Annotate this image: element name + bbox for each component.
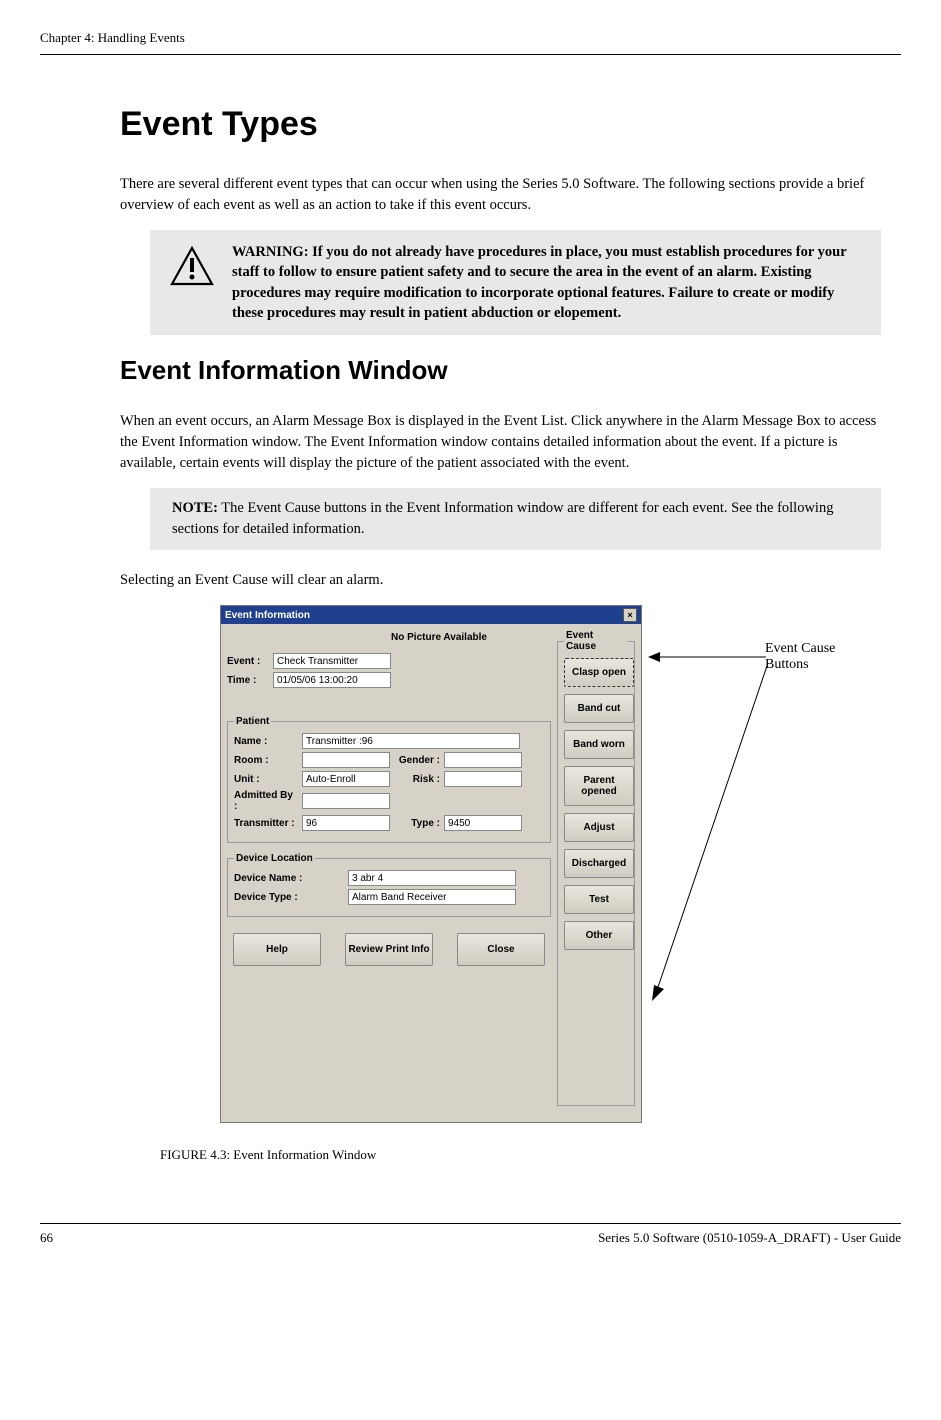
intro-paragraph: There are several different event types … bbox=[120, 174, 881, 216]
footer-doc-title: Series 5.0 Software (0510-1059-A_DRAFT) … bbox=[598, 1230, 901, 1246]
figure-caption: FIGURE 4.3: Event Information Window bbox=[160, 1147, 881, 1163]
device-legend: Device Location bbox=[234, 853, 315, 864]
annotation-line2: Buttons bbox=[765, 657, 809, 672]
no-picture-label: No Picture Available bbox=[327, 632, 551, 643]
device-name-label: Device Name : bbox=[234, 873, 344, 884]
dialog-title: Event Information bbox=[225, 610, 310, 621]
event-cause-legend: Event Cause bbox=[564, 630, 628, 652]
event-cause-fieldset: Event Cause Clasp open Band cut Band wor… bbox=[557, 630, 635, 1106]
room-label: Room : bbox=[234, 755, 298, 766]
transmitter-field: 96 bbox=[302, 815, 390, 831]
close-button[interactable]: Close bbox=[457, 933, 545, 966]
device-type-field: Alarm Band Receiver bbox=[348, 889, 516, 905]
chapter-header: Chapter 4: Handling Events bbox=[40, 30, 901, 46]
note-label: NOTE: bbox=[172, 500, 218, 516]
note-text: The Event Cause buttons in the Event Inf… bbox=[172, 500, 833, 537]
annotation-label: Event Cause Buttons bbox=[765, 641, 835, 673]
room-field bbox=[302, 752, 390, 768]
risk-label: Risk : bbox=[394, 774, 440, 785]
page-number: 66 bbox=[40, 1230, 53, 1246]
annotation-line1: Event Cause bbox=[765, 641, 835, 656]
event-label: Event : bbox=[227, 656, 269, 667]
patient-legend: Patient bbox=[234, 716, 271, 727]
warning-box: WARNING: If you do not already have proc… bbox=[150, 230, 881, 335]
cause-parent-opened-button[interactable]: Parent opened bbox=[564, 766, 634, 806]
note-box: NOTE: The Event Cause buttons in the Eve… bbox=[150, 488, 881, 550]
header-rule bbox=[40, 54, 901, 55]
patient-fieldset: Patient Name : Transmitter :96 Room : Ge… bbox=[227, 716, 551, 843]
help-button[interactable]: Help bbox=[233, 933, 321, 966]
type-label: Type : bbox=[394, 818, 440, 829]
gender-field bbox=[444, 752, 522, 768]
type-field: 9450 bbox=[444, 815, 522, 831]
unit-field: Auto-Enroll bbox=[302, 771, 390, 787]
name-field: Transmitter :96 bbox=[302, 733, 520, 749]
close-icon[interactable]: × bbox=[623, 608, 637, 622]
cause-test-button[interactable]: Test bbox=[564, 885, 634, 914]
time-field: 01/05/06 13:00:20 bbox=[273, 672, 391, 688]
device-location-fieldset: Device Location Device Name : 3 abr 4 De… bbox=[227, 853, 551, 917]
cause-band-worn-button[interactable]: Band worn bbox=[564, 730, 634, 759]
warning-icon bbox=[170, 246, 214, 286]
device-type-label: Device Type : bbox=[234, 892, 344, 903]
paragraph-2: When an event occurs, an Alarm Message B… bbox=[120, 411, 881, 474]
cause-other-button[interactable]: Other bbox=[564, 921, 634, 950]
annotation-arrow-bottom bbox=[648, 663, 778, 1003]
cause-discharged-button[interactable]: Discharged bbox=[564, 849, 634, 878]
gender-label: Gender : bbox=[394, 755, 440, 766]
warning-text: WARNING: If you do not already have proc… bbox=[232, 242, 861, 323]
cause-band-cut-button[interactable]: Band cut bbox=[564, 694, 634, 723]
cause-adjust-button[interactable]: Adjust bbox=[564, 813, 634, 842]
heading-event-types: Event Types bbox=[120, 105, 881, 144]
name-label: Name : bbox=[234, 736, 298, 747]
review-print-info-button[interactable]: Review Print Info bbox=[345, 933, 433, 966]
device-name-field: 3 abr 4 bbox=[348, 870, 516, 886]
dialog-titlebar: Event Information × bbox=[221, 606, 641, 624]
footer-rule bbox=[40, 1223, 901, 1224]
unit-label: Unit : bbox=[234, 774, 298, 785]
event-field: Check Transmitter bbox=[273, 653, 391, 669]
transmitter-label: Transmitter : bbox=[234, 818, 298, 829]
heading-event-info-window: Event Information Window bbox=[120, 355, 881, 386]
paragraph-3: Selecting an Event Cause will clear an a… bbox=[120, 570, 881, 591]
cause-clasp-open-button[interactable]: Clasp open bbox=[564, 658, 634, 687]
risk-field bbox=[444, 771, 522, 787]
time-label: Time : bbox=[227, 675, 269, 686]
admitted-by-field bbox=[302, 793, 390, 809]
admitted-by-label: Admitted By : bbox=[234, 790, 298, 812]
event-information-dialog: Event Information × No Picture Available… bbox=[220, 605, 642, 1123]
